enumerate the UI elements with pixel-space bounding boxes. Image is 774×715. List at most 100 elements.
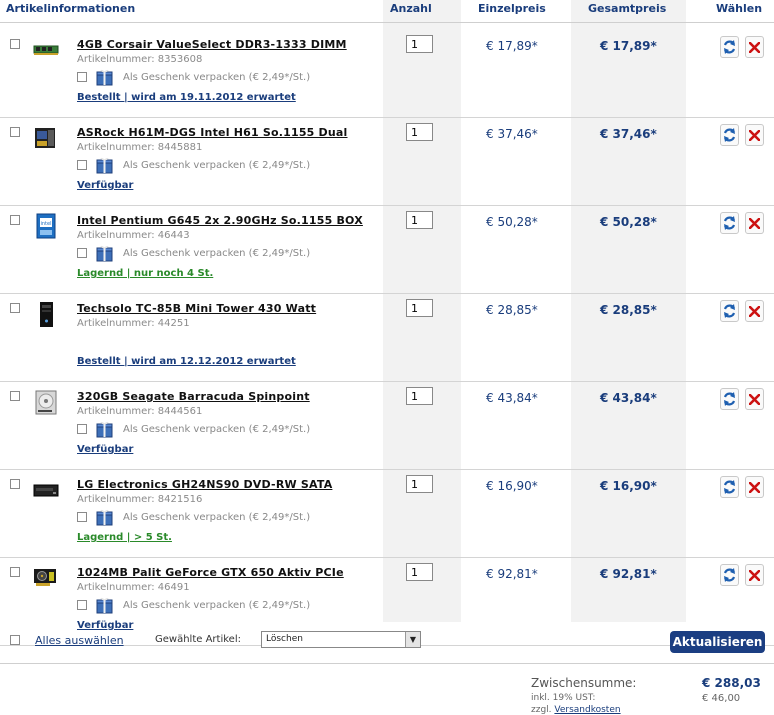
select-all-link[interactable]: Alles auswählen <box>35 634 124 647</box>
refresh-icon[interactable] <box>720 476 739 498</box>
delete-icon[interactable] <box>745 564 764 586</box>
item-total-price: € 28,85* <box>600 303 657 317</box>
cart-item-row: 4GB Corsair ValueSelect DDR3-1333 DIMM A… <box>0 29 774 118</box>
item-unit-price: € 43,84* <box>486 391 538 405</box>
item-unit-price: € 17,89* <box>486 39 538 53</box>
item-article-number: Artikelnummer: 8353608 <box>77 54 203 65</box>
select-all-checkbox[interactable] <box>10 635 20 645</box>
gift-wrap-label: Als Geschenk verpacken (€ 2,49*/St.) <box>123 248 311 259</box>
ram-module-icon[interactable] <box>33 36 59 64</box>
quantity-input[interactable] <box>406 475 433 493</box>
cart-footer: Alles auswählen Gewählte Artikel: Lösche… <box>0 622 774 664</box>
item-unit-price: € 28,85* <box>486 303 538 317</box>
quantity-input[interactable] <box>406 387 433 405</box>
motherboard-box-icon[interactable] <box>33 124 59 152</box>
item-unit-price: € 92,81* <box>486 567 538 581</box>
refresh-icon[interactable] <box>720 300 739 322</box>
bulk-action-value: Löschen <box>266 634 303 644</box>
svg-text:intel: intel <box>41 221 52 227</box>
item-total-price: € 92,81* <box>600 567 657 581</box>
refresh-icon[interactable] <box>720 36 739 58</box>
gift-wrap-checkbox[interactable] <box>77 160 87 170</box>
subtotal-value: € 288,03 <box>702 676 761 690</box>
tax-value: € 46,00 <box>702 693 741 704</box>
gift-box-icon <box>96 245 113 262</box>
hard-drive-icon[interactable] <box>33 388 59 416</box>
item-title-link[interactable]: 4GB Corsair ValueSelect DDR3-1333 DIMM <box>77 38 347 51</box>
gift-wrap-checkbox[interactable] <box>77 72 87 82</box>
refresh-icon[interactable] <box>720 212 739 234</box>
item-article-number: Artikelnummer: 8421516 <box>77 494 203 505</box>
update-cart-button[interactable]: Aktualisieren <box>670 631 765 653</box>
item-availability-link[interactable]: Bestellt | wird am 12.12.2012 erwartet <box>77 356 296 367</box>
item-select-checkbox[interactable] <box>10 391 20 401</box>
item-select-checkbox[interactable] <box>10 215 20 225</box>
item-total-price: € 50,28* <box>600 215 657 229</box>
item-title-link[interactable]: ASRock H61M-DGS Intel H61 So.1155 Dual <box>77 126 348 139</box>
item-availability-link[interactable]: Verfügbar <box>77 444 133 455</box>
item-title-link[interactable]: Intel Pentium G645 2x 2.90GHz So.1155 BO… <box>77 214 363 227</box>
delete-icon[interactable] <box>745 300 764 322</box>
cart-item-row: ASRock H61M-DGS Intel H61 So.1155 Dual A… <box>0 117 774 206</box>
item-availability-link[interactable]: Bestellt | wird am 19.11.2012 erwartet <box>77 92 296 103</box>
item-select-checkbox[interactable] <box>10 303 20 313</box>
item-unit-price: € 50,28* <box>486 215 538 229</box>
header-unit-price: Einzelpreis <box>478 2 546 15</box>
item-total-price: € 37,46* <box>600 127 657 141</box>
graphics-card-icon[interactable] <box>33 564 59 592</box>
gift-box-icon <box>96 597 113 614</box>
quantity-input[interactable] <box>406 123 433 141</box>
quantity-input[interactable] <box>406 563 433 581</box>
cart-table-header: Artikelinformationen Anzahl Einzelpreis … <box>0 0 774 23</box>
quantity-input[interactable] <box>406 211 433 229</box>
quantity-input[interactable] <box>406 35 433 53</box>
quantity-input[interactable] <box>406 299 433 317</box>
delete-icon[interactable] <box>745 388 764 410</box>
tower-case-icon[interactable] <box>33 300 59 328</box>
gift-wrap-label: Als Geschenk verpacken (€ 2,49*/St.) <box>123 600 311 611</box>
gift-wrap-checkbox[interactable] <box>77 512 87 522</box>
item-availability-link[interactable]: Lagernd | nur noch 4 St. <box>77 268 213 279</box>
gift-box-icon <box>96 157 113 174</box>
subtotal-label: Zwischensumme: <box>531 676 637 690</box>
gift-box-icon <box>96 69 113 86</box>
cart-item-row: intel Intel Pentium G645 2x 2.90GHz So.1… <box>0 205 774 294</box>
item-total-price: € 16,90* <box>600 479 657 493</box>
item-select-checkbox[interactable] <box>10 39 20 49</box>
item-title-link[interactable]: Techsolo TC-85B Mini Tower 430 Watt <box>77 302 316 315</box>
gift-wrap-label: Als Geschenk verpacken (€ 2,49*/St.) <box>123 160 311 171</box>
bulk-action-select[interactable]: Löschen ▼ <box>261 631 421 648</box>
item-article-number: Artikelnummer: 46443 <box>77 230 190 241</box>
dvd-drive-icon[interactable] <box>33 476 59 504</box>
item-title-link[interactable]: 1024MB Palit GeForce GTX 650 Aktiv PCIe <box>77 566 344 579</box>
item-availability-link[interactable]: Lagernd | > 5 St. <box>77 532 172 543</box>
gift-wrap-label: Als Geschenk verpacken (€ 2,49*/St.) <box>123 72 311 83</box>
delete-icon[interactable] <box>745 36 764 58</box>
item-article-number: Artikelnummer: 46491 <box>77 582 190 593</box>
item-availability-link[interactable]: Verfügbar <box>77 180 133 191</box>
delete-icon[interactable] <box>745 212 764 234</box>
cpu-box-icon[interactable]: intel <box>33 212 59 240</box>
refresh-icon[interactable] <box>720 564 739 586</box>
delete-icon[interactable] <box>745 476 764 498</box>
item-title-link[interactable]: 320GB Seagate Barracuda Spinpoint <box>77 390 310 403</box>
cart-item-row: 320GB Seagate Barracuda Spinpoint Artike… <box>0 381 774 470</box>
item-title-link[interactable]: LG Electronics GH24NS90 DVD-RW SATA <box>77 478 332 491</box>
delete-icon[interactable] <box>745 124 764 146</box>
gift-wrap-checkbox[interactable] <box>77 600 87 610</box>
chevron-down-icon[interactable]: ▼ <box>405 632 420 647</box>
gift-wrap-label: Als Geschenk verpacken (€ 2,49*/St.) <box>123 424 311 435</box>
item-article-number: Artikelnummer: 8444561 <box>77 406 203 417</box>
header-quantity: Anzahl <box>390 2 432 15</box>
selected-items-label: Gewählte Artikel: <box>155 634 241 645</box>
item-select-checkbox[interactable] <box>10 127 20 137</box>
refresh-icon[interactable] <box>720 124 739 146</box>
item-select-checkbox[interactable] <box>10 479 20 489</box>
gift-wrap-checkbox[interactable] <box>77 248 87 258</box>
item-select-checkbox[interactable] <box>10 567 20 577</box>
gift-wrap-checkbox[interactable] <box>77 424 87 434</box>
refresh-icon[interactable] <box>720 388 739 410</box>
item-article-number: Artikelnummer: 44251 <box>77 318 190 329</box>
item-article-number: Artikelnummer: 8445881 <box>77 142 203 153</box>
item-unit-price: € 37,46* <box>486 127 538 141</box>
